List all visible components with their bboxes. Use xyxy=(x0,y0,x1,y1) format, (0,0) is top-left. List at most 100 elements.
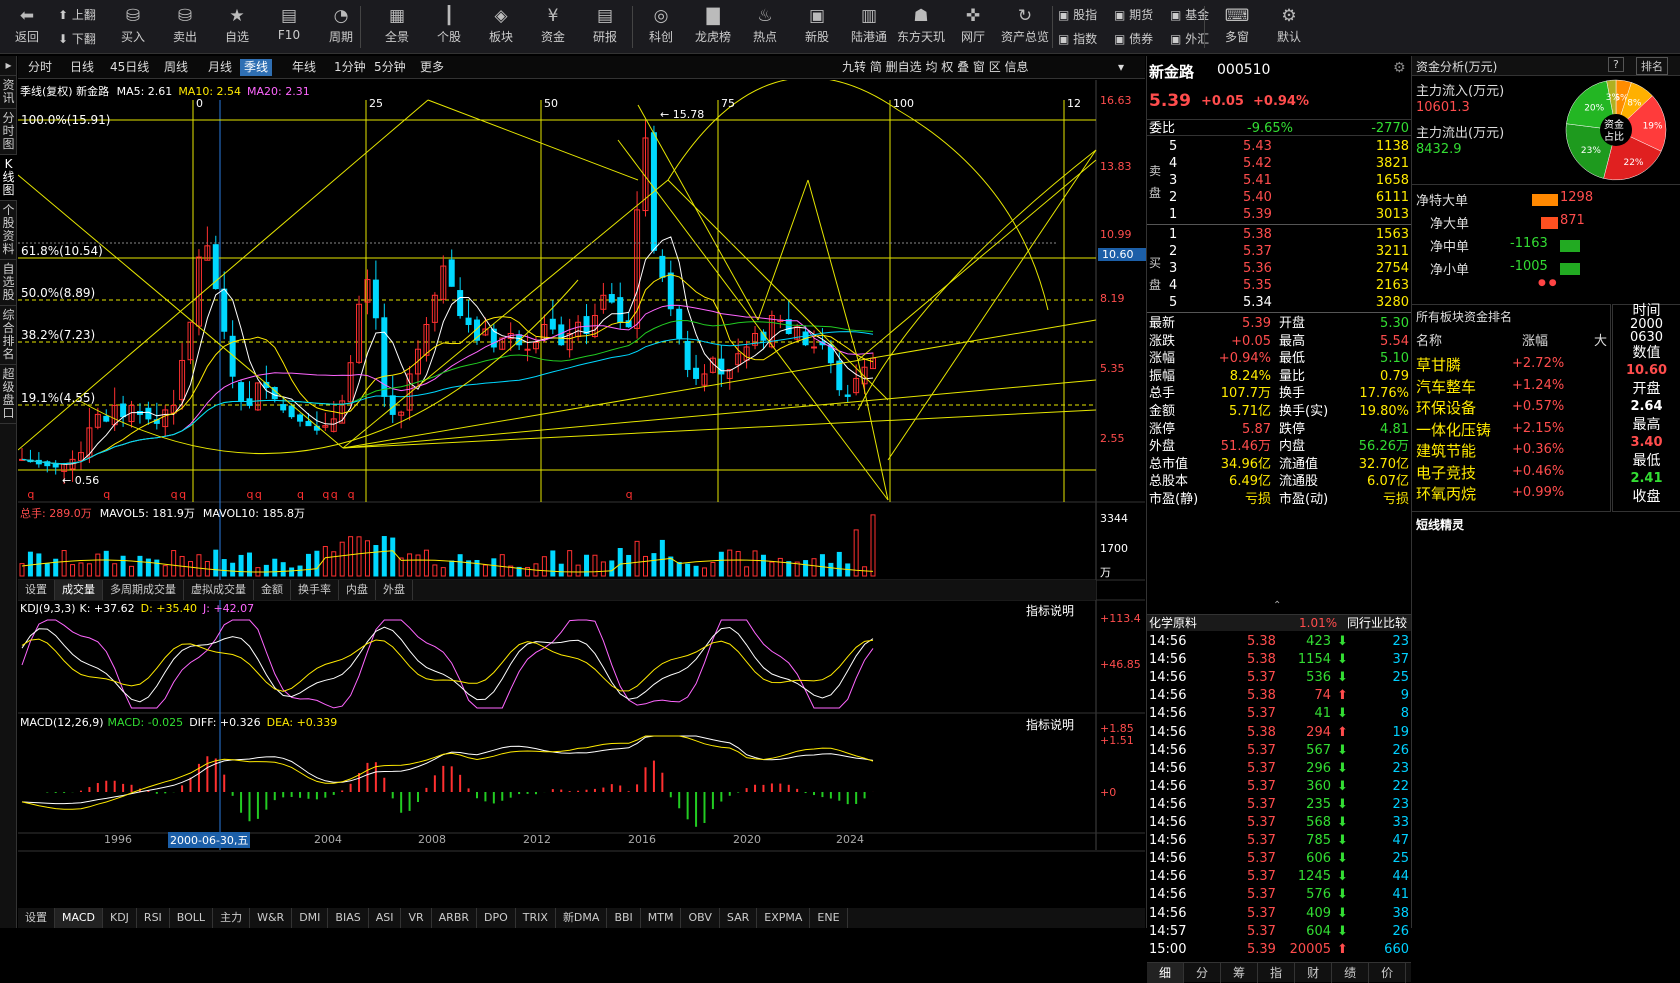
vol-tab-5[interactable]: 换手率 xyxy=(291,580,339,600)
vol-tab-3[interactable]: 虚拟成交量 xyxy=(184,580,254,600)
indicator-tab-4[interactable]: BOLL xyxy=(170,908,214,928)
indicator-tab-12[interactable]: DPO xyxy=(477,908,516,928)
toolbar-button-9[interactable]: ¥ 资金 xyxy=(528,4,578,52)
market-1[interactable]: ▣ 期货 xyxy=(1114,6,1153,23)
bid-row[interactable]: 2 5.37 3211 xyxy=(1147,243,1411,260)
toolbar-button-18[interactable]: ↻ 资产总览 xyxy=(1000,4,1050,52)
left-tab-5[interactable]: 综合排名 xyxy=(0,306,17,365)
indicator-tab-18[interactable]: SAR xyxy=(720,908,758,928)
market-4[interactable]: ▣ 债券 xyxy=(1114,30,1153,47)
period-tools[interactable]: 九转 简 删自选 均 权 叠 窗 区 信息 xyxy=(838,59,1033,76)
indicator-tab-8[interactable]: BIAS xyxy=(328,908,369,928)
kdj-explain[interactable]: 指标说明 xyxy=(1026,602,1074,619)
page-down-button[interactable]: ⬇ 下翻 xyxy=(58,30,96,47)
quote-tab-0[interactable]: 细 xyxy=(1147,963,1185,983)
chart-menu-icon[interactable]: ▾ xyxy=(1114,59,1128,76)
quote-tab-3[interactable]: 指 xyxy=(1258,963,1296,983)
page-dots[interactable]: ● ● xyxy=(1538,278,1557,288)
quote-tab-1[interactable]: 分 xyxy=(1184,963,1222,983)
indicator-tab-19[interactable]: EXPMA xyxy=(757,908,811,928)
industry-row[interactable]: 化学原料 1.01% 同行业比较 xyxy=(1147,614,1411,631)
toolbar-button-17[interactable]: ✜ 网厅 xyxy=(948,4,998,52)
quote-tab-5[interactable]: 绩 xyxy=(1332,963,1370,983)
indicator-tab-16[interactable]: MTM xyxy=(641,908,682,928)
vol-tab-6[interactable]: 内盘 xyxy=(339,580,376,600)
expand-up-icon[interactable]: ⌃ xyxy=(1273,600,1281,611)
settings-gear-icon[interactable]: ⚙ xyxy=(1393,60,1406,76)
page-up-button[interactable]: ⬆ 上翻 xyxy=(58,6,96,23)
toolbar-button-14[interactable]: ▣ 新股 xyxy=(792,4,842,52)
toolbar-button-2[interactable]: ⛁ 卖出 xyxy=(160,4,210,52)
ask-row[interactable]: 4 5.42 3821 xyxy=(1147,155,1411,172)
help-button[interactable]: ? xyxy=(1608,57,1624,72)
quote-tab-4[interactable]: 财 xyxy=(1295,963,1333,983)
left-tab-3[interactable]: 个股资料 xyxy=(0,201,17,260)
vol-tab-1[interactable]: 成交量 xyxy=(55,580,103,600)
period-tab-1[interactable]: 日线 xyxy=(66,59,98,76)
indicator-tab-7[interactable]: DMI xyxy=(292,908,329,928)
toolbar-button-6[interactable]: ▦ 全景 xyxy=(372,4,422,52)
indicator-tab-17[interactable]: OBV xyxy=(681,908,720,928)
macd-explain[interactable]: 指标说明 xyxy=(1026,716,1074,733)
bid-row[interactable]: 4 5.35 2163 xyxy=(1147,277,1411,294)
period-tab-0[interactable]: 分时 xyxy=(24,59,56,76)
ask-row[interactable]: 5 5.43 1138 xyxy=(1147,138,1411,155)
left-tab-2[interactable]: K线图 xyxy=(0,155,17,201)
left-tab-1[interactable]: 分时图 xyxy=(0,109,17,155)
vol-tab-7[interactable]: 外盘 xyxy=(376,580,413,600)
period-tab-2[interactable]: 45日线 xyxy=(106,59,153,76)
collapse-icon[interactable]: ▸ xyxy=(0,56,17,76)
quote-tab-2[interactable]: 筹 xyxy=(1221,963,1259,983)
rank-tab[interactable]: 排名 xyxy=(1636,57,1668,75)
bid-row[interactable]: 5 5.34 3280 xyxy=(1147,294,1411,311)
market-3[interactable]: ▣ 指数 xyxy=(1058,30,1097,47)
bid-row[interactable]: 1 5.38 1563 xyxy=(1147,226,1411,243)
indicator-tab-2[interactable]: KDJ xyxy=(103,908,137,928)
ask-row[interactable]: 2 5.40 6111 xyxy=(1147,189,1411,206)
toolbar-button-12[interactable]: ▇ 龙虎榜 xyxy=(688,4,738,52)
toolbar-button-10[interactable]: ▤ 研报 xyxy=(580,4,630,52)
period-tab-8[interactable]: 5分钟 xyxy=(370,59,410,76)
toolbar-button-19[interactable]: ⌨ 多窗 xyxy=(1212,4,1262,52)
period-tab-3[interactable]: 周线 xyxy=(160,59,192,76)
toolbar-button-13[interactable]: ♨ 热点 xyxy=(740,4,790,52)
indicator-tab-13[interactable]: TRIX xyxy=(516,908,556,928)
toolbar-button-15[interactable]: ▥ 陆港通 xyxy=(844,4,894,52)
vol-tab-2[interactable]: 多周期成交量 xyxy=(103,580,184,600)
indicator-tab-3[interactable]: RSI xyxy=(137,908,170,928)
period-tab-5[interactable]: 季线 xyxy=(240,59,273,76)
indicator-tab-6[interactable]: W&R xyxy=(250,908,293,928)
ask-row[interactable]: 3 5.41 1658 xyxy=(1147,172,1411,189)
indicator-tab-15[interactable]: BBI xyxy=(607,908,641,928)
left-tab-0[interactable]: 资讯 xyxy=(0,76,17,109)
toolbar-button-16[interactable]: ☗ 东方天玑 xyxy=(896,4,946,52)
vol-tab-0[interactable]: 设置 xyxy=(18,580,55,600)
period-tab-4[interactable]: 月线 xyxy=(204,59,236,76)
ask-row[interactable]: 1 5.39 3013 xyxy=(1147,206,1411,223)
period-tab-7[interactable]: 1分钟 xyxy=(330,59,370,76)
toolbar-button-20[interactable]: ⚙ 默认 xyxy=(1264,4,1314,52)
indicator-tab-20[interactable]: ENE xyxy=(810,908,848,928)
toolbar-button-3[interactable]: ★ 自选 xyxy=(212,4,262,52)
bid-row[interactable]: 3 5.36 2754 xyxy=(1147,260,1411,277)
toolbar-button-11[interactable]: ◎ 科创 xyxy=(636,4,686,52)
indicator-tab-5[interactable]: 主力 xyxy=(213,908,251,928)
toolbar-button-0[interactable]: ⬅ 返回 xyxy=(2,4,52,52)
toolbar-button-1[interactable]: ⛁ 买入 xyxy=(108,4,158,52)
indicator-tab-1[interactable]: MACD xyxy=(55,908,103,928)
period-tab-6[interactable]: 年线 xyxy=(288,59,320,76)
industry-compare[interactable]: 同行业比较 xyxy=(1347,615,1407,632)
indicator-tab-14[interactable]: 新DMA xyxy=(556,908,608,928)
market-0[interactable]: ▣ 股指 xyxy=(1058,6,1097,23)
left-tab-4[interactable]: 自选股 xyxy=(0,260,17,306)
indicator-tab-10[interactable]: VR xyxy=(401,908,432,928)
left-tab-6[interactable]: 超级盘口 xyxy=(0,365,17,424)
toolbar-button-8[interactable]: ◈ 板块 xyxy=(476,4,526,52)
toolbar-button-5[interactable]: ◔ 周期 xyxy=(316,4,366,52)
indicator-tab-11[interactable]: ARBR xyxy=(432,908,478,928)
vol-tab-4[interactable]: 金额 xyxy=(254,580,291,600)
toolbar-button-4[interactable]: ▤ F10 xyxy=(264,4,314,52)
indicator-tab-9[interactable]: ASI xyxy=(369,908,402,928)
quote-tab-6[interactable]: 价 xyxy=(1369,963,1407,983)
toolbar-button-7[interactable]: ┃ 个股 xyxy=(424,4,474,52)
